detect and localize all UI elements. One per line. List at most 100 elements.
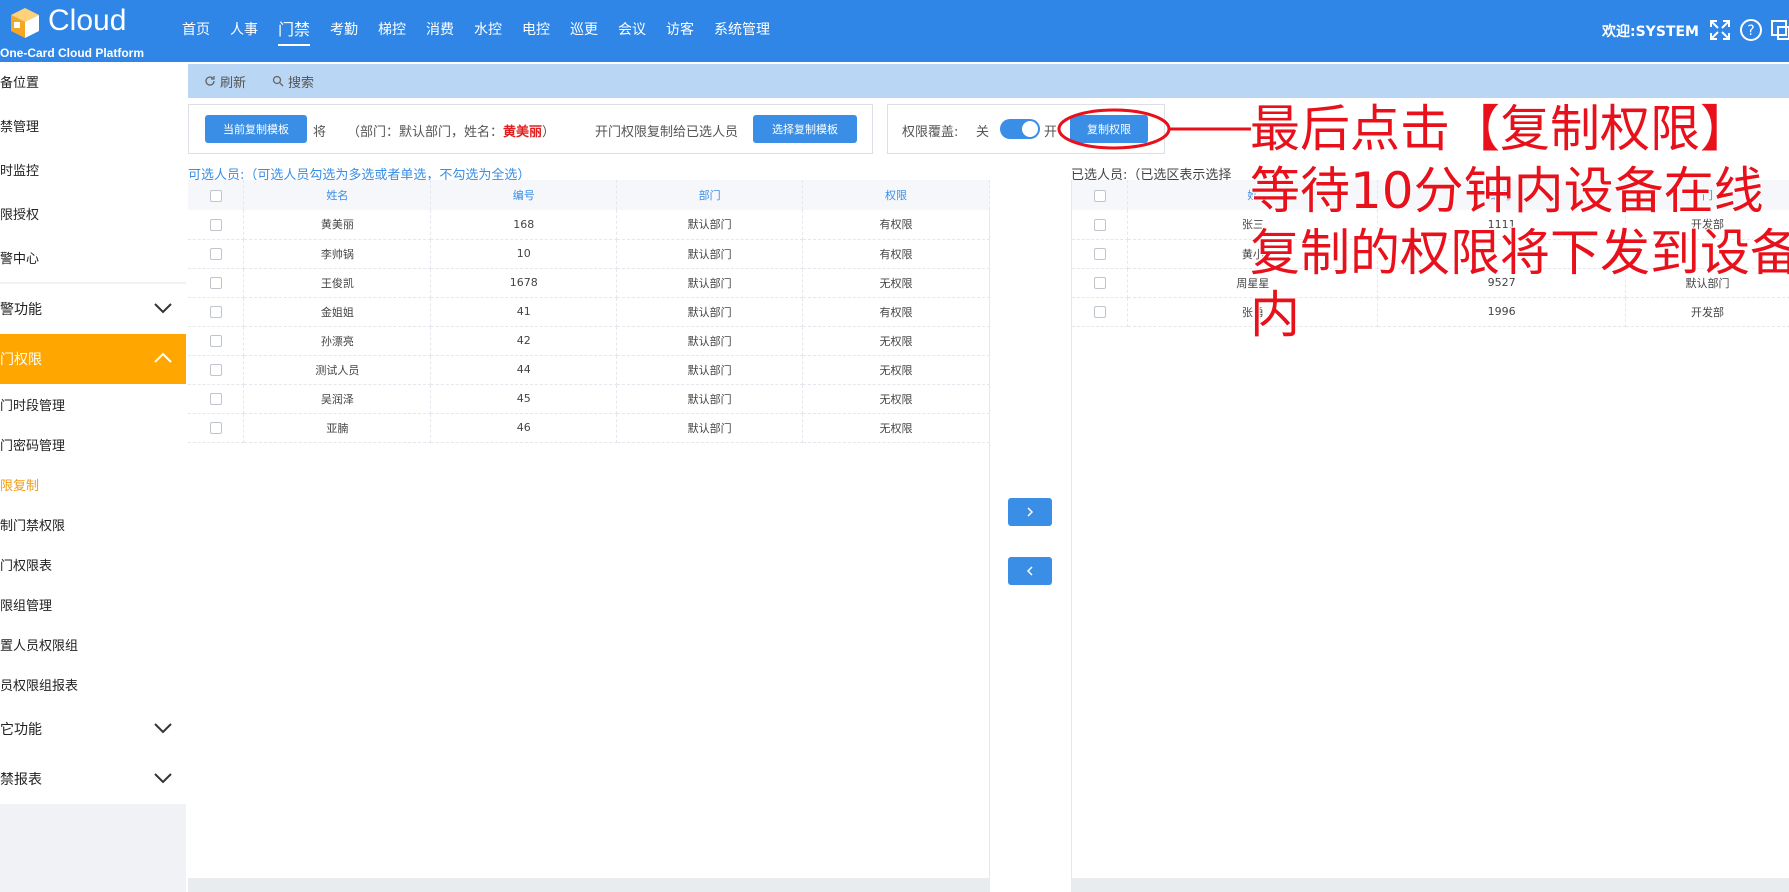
- row-checkbox-cell[interactable]: [188, 384, 245, 414]
- checkbox[interactable]: [209, 248, 222, 260]
- cell-name: 孙漂亮: [243, 326, 432, 356]
- table-row[interactable]: 亚腩 46 默认部门 无权限: [188, 413, 990, 443]
- fullscreen-icon[interactable]: [1708, 18, 1732, 42]
- sidebar-item-access-manage[interactable]: 禁管理: [0, 106, 186, 150]
- overwrite-toggle[interactable]: [1000, 119, 1040, 139]
- checkbox[interactable]: [209, 335, 222, 347]
- sidebar-group-door-permission[interactable]: 门权限: [0, 334, 186, 384]
- chevron-down-icon: [154, 723, 172, 734]
- checkbox[interactable]: [1093, 218, 1106, 231]
- table-row[interactable]: 金姐姐 41 默认部门 有权限: [188, 297, 990, 327]
- nav-meeting[interactable]: 会议: [618, 19, 646, 43]
- checkbox[interactable]: [209, 277, 222, 289]
- help-icon[interactable]: ?: [1739, 18, 1763, 42]
- checkbox[interactable]: [209, 218, 222, 231]
- refresh-button[interactable]: 刷新: [204, 72, 246, 91]
- move-right-button[interactable]: [1008, 498, 1052, 526]
- cell-id: 1678: [430, 268, 618, 298]
- table-row[interactable]: 王俊凯 1678 默认部门 无权限: [188, 268, 990, 298]
- checkbox[interactable]: [209, 364, 222, 376]
- checkbox[interactable]: [1093, 277, 1106, 289]
- sidebar-item-door-permission-table[interactable]: 门权限表: [0, 544, 186, 584]
- row-checkbox-cell[interactable]: [1072, 210, 1129, 240]
- row-checkbox-cell[interactable]: [188, 210, 245, 240]
- template-person-name: 黄美丽: [503, 125, 543, 140]
- template-desc-prefix: （部门：默认部门，姓名：: [347, 125, 504, 140]
- copy-template-box: 当前复制模板 将 （部门：默认部门，姓名：黄美丽） 开门权限复制给已选人员 选择…: [188, 104, 873, 154]
- nav-attendance[interactable]: 考勤: [330, 19, 358, 43]
- sidebar-item-door-period[interactable]: 门时段管理: [0, 384, 186, 424]
- sidebar-item-realtime-monitor[interactable]: 时监控: [0, 150, 186, 194]
- select-all-checkbox-cell[interactable]: [1072, 180, 1129, 210]
- row-checkbox-cell[interactable]: [188, 326, 245, 356]
- sidebar-item-permission-group[interactable]: 限组管理: [0, 584, 186, 624]
- top-bar: Cloud One-Card Cloud Platform 首页 人事 门禁 考…: [0, 0, 1789, 62]
- annotation-line: 内: [1249, 285, 1301, 345]
- nav-visitor[interactable]: 访客: [666, 19, 694, 43]
- table-row[interactable]: 黄美丽 168 默认部门 有权限: [188, 210, 990, 240]
- sidebar-item-person-permission-group[interactable]: 置人员权限组: [0, 624, 186, 664]
- checkbox[interactable]: [209, 189, 222, 202]
- nav-elevator[interactable]: 梯控: [378, 19, 406, 43]
- main-nav: 首页 人事 门禁 考勤 梯控 消费 水控 电控 巡更 会议 访客 系统管理: [182, 0, 790, 62]
- search-button[interactable]: 搜索: [272, 72, 314, 91]
- table-row[interactable]: 吴润泽 45 默认部门 无权限: [188, 384, 990, 414]
- row-checkbox-cell[interactable]: [188, 239, 245, 269]
- nav-patrol[interactable]: 巡更: [570, 19, 598, 43]
- sidebar-item-permission-report[interactable]: 员权限组报表: [0, 664, 186, 704]
- svg-text:?: ?: [1747, 23, 1754, 39]
- choose-template-button[interactable]: 选择复制模板: [753, 115, 857, 143]
- nav-hr[interactable]: 人事: [230, 19, 258, 43]
- cell-dept: 默认部门: [616, 326, 804, 356]
- language-icon[interactable]: [1770, 18, 1789, 42]
- checkbox[interactable]: [1093, 306, 1106, 318]
- copy-to-text: 开门权限复制给已选人员: [595, 125, 739, 140]
- select-all-checkbox-cell[interactable]: [188, 180, 245, 210]
- row-checkbox-cell[interactable]: [188, 355, 245, 385]
- chevron-up-icon: [154, 352, 172, 363]
- chevron-right-icon: [1027, 507, 1034, 517]
- nav-electric[interactable]: 电控: [522, 19, 550, 43]
- sidebar-group-alarm[interactable]: 警功能: [0, 284, 186, 334]
- row-checkbox-cell[interactable]: [1072, 268, 1129, 298]
- sidebar-item-door-password[interactable]: 门密码管理: [0, 424, 186, 464]
- table-row[interactable]: 李帅锅 10 默认部门 有权限: [188, 239, 990, 269]
- checkbox[interactable]: [209, 306, 222, 318]
- toolbar: 刷新 搜索: [188, 64, 1789, 98]
- sidebar-group-report[interactable]: 禁报表: [0, 754, 186, 804]
- nav-water[interactable]: 水控: [474, 19, 502, 43]
- sidebar-item-copy-access[interactable]: 制门禁权限: [0, 504, 186, 544]
- annotation-line: 最后点击【复制权限】: [1249, 99, 1751, 159]
- left-pagination-bar: [188, 878, 990, 892]
- checkbox[interactable]: [209, 422, 222, 434]
- nav-system[interactable]: 系统管理: [714, 19, 770, 43]
- checkbox[interactable]: [1093, 248, 1106, 260]
- nav-home[interactable]: 首页: [182, 19, 210, 43]
- current-template-button[interactable]: 当前复制模板: [205, 115, 307, 143]
- refresh-icon: [205, 76, 215, 86]
- sidebar-item-alarm-center[interactable]: 警中心: [0, 238, 186, 282]
- nav-consumption[interactable]: 消费: [426, 19, 454, 43]
- move-left-button[interactable]: [1008, 557, 1052, 585]
- template-desc-suffix: ）: [542, 125, 556, 140]
- sidebar-item-authorize[interactable]: 限授权: [0, 194, 186, 238]
- chevron-down-icon: [154, 773, 172, 784]
- annotation-callout: [1057, 108, 1251, 150]
- search-label: 搜索: [288, 75, 315, 91]
- checkbox[interactable]: [209, 393, 222, 405]
- row-checkbox-cell[interactable]: [1072, 239, 1129, 269]
- checkbox[interactable]: [1093, 189, 1106, 202]
- row-checkbox-cell[interactable]: [188, 297, 245, 327]
- col-dept: 部门: [616, 180, 804, 210]
- row-checkbox-cell[interactable]: [188, 268, 245, 298]
- sidebar-item-permission-copy[interactable]: 限复制: [0, 464, 186, 504]
- row-checkbox-cell[interactable]: [1072, 297, 1129, 327]
- table-row[interactable]: 测试人员 44 默认部门 无权限: [188, 355, 990, 385]
- row-checkbox-cell[interactable]: [188, 413, 245, 443]
- sidebar-item-device-location[interactable]: 备位置: [0, 62, 186, 106]
- nav-access-control[interactable]: 门禁: [278, 16, 311, 46]
- cell-perm: 无权限: [802, 268, 990, 298]
- cell-dept: 默认部门: [616, 239, 804, 269]
- table-row[interactable]: 孙漂亮 42 默认部门 无权限: [188, 326, 990, 356]
- sidebar-group-other[interactable]: 它功能: [0, 704, 186, 754]
